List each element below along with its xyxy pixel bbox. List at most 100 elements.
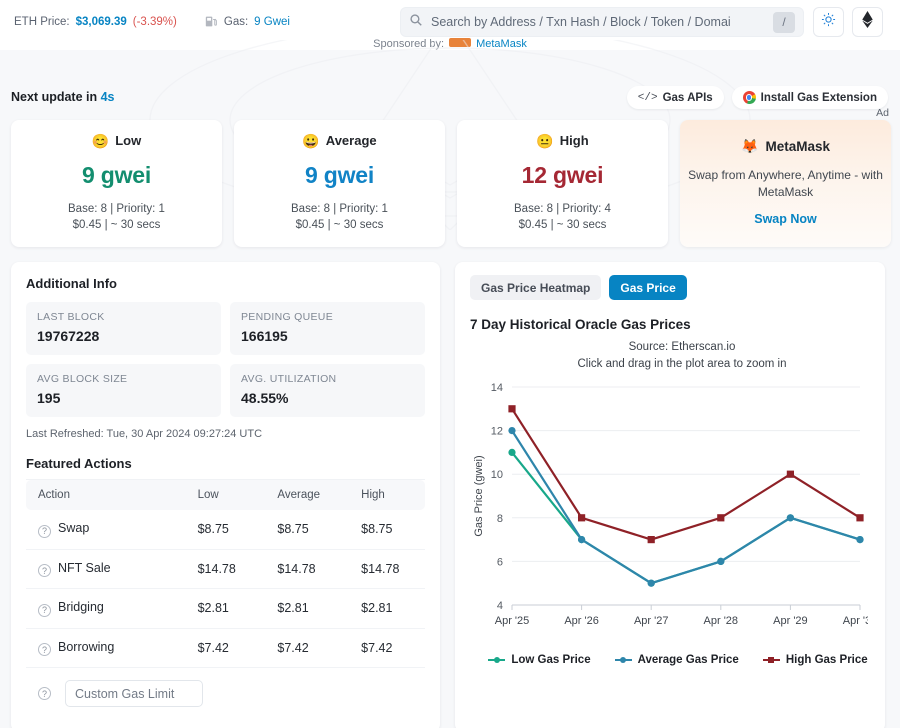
last-refreshed-text: Last Refreshed: Tue, 30 Apr 2024 09:27:2… — [26, 428, 263, 440]
code-icon: </> — [637, 91, 658, 104]
help-icon[interactable]: ? — [38, 687, 51, 700]
ad-title-row: 🦊 MetaMask — [741, 138, 830, 155]
gas-pump-icon — [205, 15, 218, 28]
custom-gas-limit-row: ? — [26, 668, 425, 707]
help-icon[interactable]: ? — [38, 564, 51, 577]
gas-card-price: 12 gwei — [521, 162, 604, 188]
row-low-cell: $8.75 — [185, 510, 266, 550]
gas-card-header: 😊 Low — [92, 133, 141, 148]
gas-price-chart-panel: Gas Price Heatmap Gas Price 7 Day Histor… — [455, 262, 885, 728]
row-low-cell: $2.81 — [185, 588, 266, 629]
featured-actions-table: Action Low Average High ? Swap $8.75 $8.7… — [26, 479, 425, 668]
slightly-smiling-face-icon: 😊 — [91, 132, 110, 149]
row-action-cell: ? NFT Sale — [26, 549, 186, 589]
stat-label: PENDING QUEUE — [241, 311, 333, 323]
sponsored-banner[interactable]: Sponsored by: MetaMask — [0, 38, 900, 50]
row-average-cell: $7.42 — [265, 628, 350, 668]
svg-text:Apr '28: Apr '28 — [704, 615, 739, 627]
row-average-cell: $8.75 — [265, 510, 350, 550]
action-label: Bridging — [58, 600, 104, 614]
chart-title: 7 Day Historical Oracle Gas Prices — [470, 317, 691, 332]
next-update-text: Next update in 4s — [11, 90, 115, 104]
eth-price-value[interactable]: $3,069.39 — [76, 16, 127, 28]
gas-card-price: 9 gwei — [304, 162, 375, 188]
custom-gas-limit-input[interactable] — [65, 680, 203, 707]
sun-icon — [821, 12, 836, 32]
additional-info-title: Additional Info — [26, 276, 117, 291]
svg-text:Gas Price (gwei): Gas Price (gwei) — [473, 456, 485, 537]
install-gas-extension-button[interactable]: Install Gas Extension — [731, 86, 888, 109]
column-header-action: Action — [26, 479, 186, 510]
table-row: ? Borrowing $7.42 $7.42 $7.42 — [26, 628, 425, 668]
gas-card-high[interactable]: 😐 High 12 gwei Base: 8 | Priority: 4 $0.… — [457, 120, 668, 247]
ad-badge: Ad — [876, 107, 889, 119]
ad-title: MetaMask — [765, 139, 830, 154]
row-high-cell: $2.81 — [349, 588, 425, 629]
advertisement-card[interactable]: Ad 🦊 MetaMask Swap from Anywhere, Anytim… — [680, 107, 891, 247]
gas-card-low[interactable]: 😊 Low 9 gwei Base: 8 | Priority: 1 $0.45… — [11, 120, 222, 247]
row-average-cell: $2.81 — [265, 588, 350, 629]
gas-card-tier-label: Average — [325, 133, 377, 148]
table-body: ? Swap $8.75 $8.75 $8.75 ? NFT Sale $14.78… — [26, 510, 425, 668]
gas-card-average[interactable]: 😀 Average 9 gwei Base: 8 | Priority: 1 $… — [234, 120, 445, 247]
row-action-cell: ? Swap — [26, 510, 186, 550]
stat-label: LAST BLOCK — [37, 311, 105, 323]
help-icon[interactable]: ? — [38, 603, 51, 617]
ad-cta-link[interactable]: Swap Now — [754, 212, 817, 226]
ad-description: Swap from Anywhere, Anytime - with MetaM… — [688, 168, 883, 200]
gas-card-cost-time: $0.45 | ~ 30 secs — [518, 219, 607, 231]
svg-text:12: 12 — [491, 426, 503, 438]
stat-value: 166195 — [241, 328, 288, 344]
legend-marker-high — [762, 656, 780, 665]
sponsored-link[interactable]: MetaMask — [476, 38, 527, 50]
legend-marker-average — [614, 656, 632, 665]
table-header: Action Low Average High — [26, 479, 425, 510]
additional-info-grid: LAST BLOCK 19767228 PENDING QUEUE 166195… — [26, 302, 425, 417]
action-label: Swap — [58, 521, 90, 535]
row-action-cell: ? Borrowing — [26, 628, 186, 668]
theme-toggle-button[interactable] — [813, 7, 844, 37]
tab-gas-price-heatmap[interactable]: Gas Price Heatmap — [470, 275, 602, 300]
help-icon[interactable]: ? — [38, 643, 51, 656]
search-bar[interactable]: / — [400, 7, 804, 37]
stat-value: 19767228 — [37, 328, 100, 344]
gas-apis-label: Gas APIs — [662, 91, 713, 104]
search-slash-shortcut: / — [773, 11, 795, 33]
chrome-icon — [742, 91, 756, 104]
help-icon[interactable]: ? — [38, 524, 51, 538]
neutral-face-icon: 😐 — [536, 132, 554, 149]
row-low-cell: $14.78 — [185, 549, 266, 589]
gas-apis-button[interactable]: </> Gas APIs — [626, 86, 724, 109]
action-label: Borrowing — [58, 639, 115, 654]
svg-text:8: 8 — [497, 513, 503, 525]
gas-tier-cards: 😊 Low 9 gwei Base: 8 | Priority: 1 $0.45… — [11, 107, 891, 247]
svg-text:10: 10 — [491, 470, 503, 482]
gas-card-cost-time: $0.45 | ~ 30 secs — [72, 219, 161, 231]
table-row: ? Bridging $2.81 $2.81 $2.81 — [26, 588, 425, 629]
gas-card-cost-time: $0.45 | ~ 30 secs — [295, 219, 384, 231]
svg-text:Apr '25: Apr '25 — [495, 615, 530, 627]
eth-price-label: ETH Price: — [14, 15, 70, 28]
stat-value: 195 — [37, 390, 61, 406]
chart-tabs: Gas Price Heatmap Gas Price — [470, 275, 870, 300]
gas-card-header: 😐 High — [536, 133, 588, 148]
stat-label: AVG BLOCK SIZE — [37, 373, 128, 385]
gas-value[interactable]: 9 Gwei — [254, 16, 290, 28]
tab-gas-price[interactable]: Gas Price — [609, 275, 687, 300]
action-label: NFT Sale — [58, 560, 111, 575]
ethereum-icon — [862, 11, 873, 33]
row-average-cell: $14.78 — [265, 549, 350, 589]
table-header-row: Action Low Average High — [26, 479, 425, 510]
chart-plot-area[interactable]: 4 6 8 10 12 14 Apr '25 Apr '26 Apr '27 Apr '28 Apr… — [468, 377, 868, 657]
additional-info-panel: Additional Info LAST BLOCK 19767228 PEND… — [11, 262, 440, 728]
stat-last-block: LAST BLOCK 19767228 — [26, 302, 221, 355]
gas-label: Gas: — [223, 15, 249, 28]
ethereum-network-button[interactable] — [852, 7, 883, 37]
header-action-buttons: </> Gas APIs Install Gas Extension — [626, 86, 888, 109]
gas-tracker-page: Next update in 4s </> Gas APIs Install G… — [0, 40, 900, 728]
search-input[interactable] — [431, 15, 773, 29]
line-chart-svg[interactable]: 4 6 8 10 12 14 Apr '25 Apr '26 Apr '27 Apr '28 Apr… — [468, 377, 868, 647]
chart-zoom-hint: Click and drag in the plot area to zoom … — [577, 357, 787, 370]
row-high-cell: $8.75 — [349, 510, 425, 550]
row-low-cell: $7.42 — [185, 628, 266, 668]
